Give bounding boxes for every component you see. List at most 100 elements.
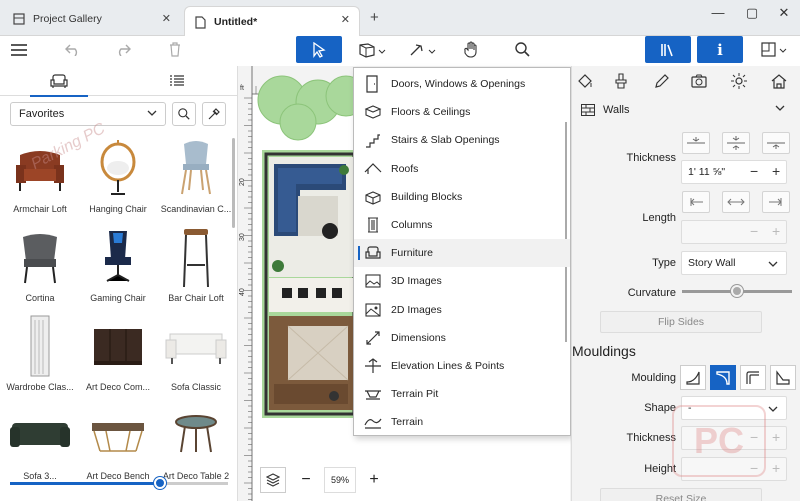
menu-item-doors-windows-openings[interactable]: Doors, Windows & Openings <box>354 70 570 98</box>
category-select[interactable]: Favorites <box>10 102 166 126</box>
reset-size-button[interactable]: Reset Size <box>600 488 762 501</box>
tab-untitled[interactable]: Untitled* ✕ <box>184 6 360 37</box>
catalog-item-art-deco-table[interactable]: Art Deco Table 2 <box>158 399 234 481</box>
moulding-thickness-decrement[interactable]: − <box>750 429 758 445</box>
add-objects-button[interactable] <box>354 36 390 63</box>
moulding-base-button[interactable] <box>680 365 706 390</box>
catalog-item-cortina[interactable]: Cortina <box>2 221 78 303</box>
catalog-item-art-deco-bench[interactable]: Art Deco Bench <box>80 399 156 481</box>
tab-list[interactable] <box>118 66 236 96</box>
thickness-input[interactable]: 1' 11 ⅝" − + <box>681 160 787 184</box>
tab-material[interactable] <box>608 69 634 93</box>
redo-button[interactable] <box>112 36 134 63</box>
tab-bar: Project Gallery ✕ Untitled* ✕ + — ▢ ✕ <box>0 0 800 37</box>
length-from-end-button[interactable] <box>762 191 790 213</box>
catalog-item-gaming-chair[interactable]: Gaming Chair <box>80 221 156 303</box>
pan-tool-button[interactable] <box>460 36 484 63</box>
thickness-align-center-button[interactable] <box>722 132 750 154</box>
catalog-item-art-deco-commode[interactable]: Art Deco Com... <box>80 310 156 392</box>
menu-item-floors-ceilings[interactable]: Floors & Ceilings <box>354 98 570 126</box>
tab-lighting[interactable] <box>726 69 752 93</box>
menu-item-label: Doors, Windows & Openings <box>391 78 526 90</box>
flip-sides-button[interactable]: Flip Sides <box>600 311 762 333</box>
maximize-button[interactable]: ▢ <box>737 5 767 21</box>
properties-panel: Walls Thickness 1' 11 ⅝" − + Length − + … <box>571 66 800 501</box>
tab-project-gallery[interactable]: Project Gallery ✕ <box>4 6 180 32</box>
curvature-handle[interactable] <box>731 285 743 297</box>
zoom-level[interactable]: 59% <box>324 467 356 493</box>
ruler-mark: 20 <box>239 178 246 186</box>
menu-item-2d-images[interactable]: 2D Images <box>354 296 570 324</box>
menu-item-roofs[interactable]: Roofs <box>354 155 570 183</box>
length-increment[interactable]: + <box>772 223 780 239</box>
library-scrollbar[interactable] <box>232 138 235 228</box>
thumbnail-size-slider[interactable] <box>10 477 228 489</box>
new-tab-button[interactable]: + <box>370 9 379 26</box>
thickness-increment[interactable]: + <box>772 163 780 179</box>
library-button[interactable] <box>645 36 691 63</box>
length-decrement[interactable]: − <box>750 223 758 239</box>
moulding-custom-button[interactable] <box>770 365 796 390</box>
moulding-thickness-input[interactable]: − + <box>681 426 787 450</box>
menu-item-elevation-lines-points[interactable]: Elevation Lines & Points <box>354 352 570 380</box>
shape-select[interactable]: - <box>681 396 787 420</box>
moulding-thickness-increment[interactable]: + <box>772 429 780 445</box>
menu-button[interactable] <box>8 36 30 63</box>
zoom-out-button[interactable]: − <box>294 467 318 493</box>
layers-button[interactable] <box>260 467 286 493</box>
menu-item-terrain[interactable]: Terrain <box>354 408 570 436</box>
tab-building[interactable] <box>766 69 792 93</box>
pick-object-button[interactable] <box>202 102 226 126</box>
catalog-item-hanging-chair[interactable]: Hanging Chair <box>80 132 156 214</box>
catalog-item-scandinavian-chair[interactable]: Scandinavian C... <box>158 132 234 214</box>
moulding-chair-button[interactable] <box>740 365 766 390</box>
tab-catalog[interactable] <box>0 66 118 97</box>
menu-item-columns[interactable]: Columns <box>354 211 570 239</box>
info-button[interactable]: i <box>697 36 743 63</box>
menu-item-terrain-pit[interactable]: Terrain Pit <box>354 380 570 408</box>
height-input[interactable]: − + <box>681 457 787 481</box>
menu-item-furniture[interactable]: Furniture <box>354 239 570 268</box>
menu-item-building-blocks[interactable]: Building Blocks <box>354 183 570 211</box>
moulding-crown-button[interactable] <box>710 365 736 390</box>
close-tab-icon[interactable]: ✕ <box>341 13 350 26</box>
chesterfield-thumbnail <box>2 399 78 471</box>
menu-item-label: Terrain Pit <box>391 388 439 401</box>
tab-objects[interactable] <box>572 69 598 93</box>
catalog-item-bar-chair-loft[interactable]: Bar Chair Loft <box>158 221 234 303</box>
draw-tool-button[interactable] <box>404 36 440 63</box>
thickness-align-left-button[interactable] <box>682 132 710 154</box>
height-increment[interactable]: + <box>772 460 780 476</box>
object-type-select[interactable]: Walls <box>581 98 791 122</box>
zoom-in-button[interactable]: + <box>362 467 386 493</box>
height-decrement[interactable]: − <box>750 460 758 476</box>
undo-button[interactable] <box>62 36 84 63</box>
catalog-item-armchair-loft[interactable]: Armchair Loft <box>2 132 78 214</box>
length-from-center-button[interactable] <box>722 191 750 213</box>
catalog-item-wardrobe-classic[interactable]: Wardrobe Clas... <box>2 310 78 392</box>
close-tab-icon[interactable]: ✕ <box>162 12 171 25</box>
tab-edit[interactable] <box>648 69 674 93</box>
layout-button[interactable] <box>756 36 792 63</box>
close-window-button[interactable]: ✕ <box>769 5 799 21</box>
catalog-item-sofa-classic[interactable]: Sofa Classic <box>158 310 234 392</box>
tab-camera[interactable] <box>686 69 712 93</box>
thickness-decrement[interactable]: − <box>750 163 758 179</box>
search-button[interactable] <box>510 36 534 63</box>
library-search-button[interactable] <box>172 102 196 126</box>
slider-handle[interactable] <box>154 477 167 489</box>
type-select[interactable]: Story Wall <box>681 251 787 275</box>
ruler-mark: 30 <box>239 233 246 241</box>
menu-item-3d-images[interactable]: 3D Images <box>354 267 570 295</box>
curvature-slider[interactable] <box>682 285 792 297</box>
length-input[interactable]: − + <box>681 220 787 244</box>
brush-icon <box>615 73 627 89</box>
select-tool-button[interactable] <box>296 36 342 63</box>
thickness-align-right-button[interactable] <box>762 132 790 154</box>
menu-item-stairs-slab-openings[interactable]: Stairs & Slab Openings <box>354 126 570 154</box>
catalog-item-sofa[interactable]: Sofa 3... <box>2 399 78 481</box>
length-from-start-button[interactable] <box>682 191 710 213</box>
minimize-button[interactable]: — <box>703 5 733 20</box>
menu-item-dimensions[interactable]: Dimensions <box>354 324 570 352</box>
delete-button[interactable] <box>164 36 186 63</box>
